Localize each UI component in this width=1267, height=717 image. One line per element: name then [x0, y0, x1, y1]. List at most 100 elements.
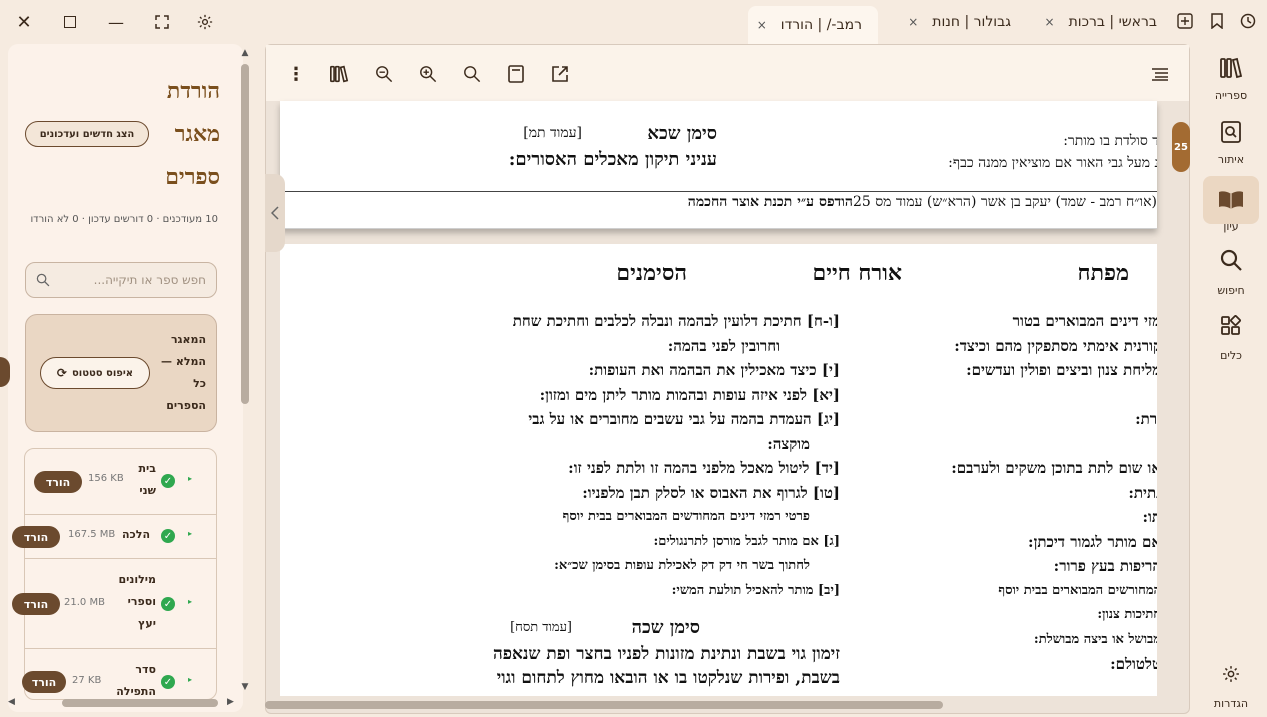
index-heading-left: הסימנים	[616, 260, 687, 286]
index-entry: לחתוך בשר חי דק דק לאכילת עופות בסימן שכ…	[554, 558, 810, 573]
download-button[interactable]: הורד	[22, 671, 66, 693]
list-item[interactable]: הלכה 167.5 MB ✓ ▸ הורד	[12, 514, 217, 558]
tab-close-icon[interactable]: ×	[757, 18, 767, 32]
search-input[interactable]: חפש ספר או תיקייה...	[25, 262, 217, 298]
refresh-icon: ⟳	[56, 366, 67, 380]
maximize-window-icon[interactable]	[58, 10, 82, 34]
viewer-horizontal-scrollbar[interactable]	[265, 701, 943, 709]
siman-text-line: זימון גוי בשבת ונתינת מזונות לפניו בחצר …	[492, 644, 840, 664]
collapse-panel-arrow-icon[interactable]	[265, 174, 285, 252]
search-icon	[36, 273, 50, 287]
scroll-down-arrow-icon[interactable]: ▼	[240, 682, 250, 694]
nav-settings-label: הגדרות	[1213, 697, 1249, 710]
settings-gear-icon[interactable]	[193, 10, 217, 34]
index-entry: פרטי רמזי דינים המחודשים המבוארים בבית י…	[562, 509, 810, 524]
search-in-book-icon[interactable]	[461, 63, 483, 85]
scroll-right-arrow-icon[interactable]: ▶	[227, 697, 237, 709]
expand-arrow-icon[interactable]: ▸	[188, 597, 192, 606]
new-tab-icon[interactable]	[1174, 10, 1196, 32]
category-name: בית שני	[138, 462, 156, 497]
tab[interactable]: גבולור | חנות ×	[895, 6, 1025, 38]
open-external-icon[interactable]	[549, 63, 571, 85]
minimize-window-icon[interactable]: —	[104, 10, 128, 34]
category-name: סדר התפילה	[116, 663, 156, 698]
download-button[interactable]: הורד	[12, 593, 60, 615]
show-new-button[interactable]: הצג חדשים ועדכונים	[25, 121, 149, 147]
list-item[interactable]: בית שני 156 KB ✓ ▸ הורד	[24, 448, 217, 514]
library-view-icon[interactable]	[328, 63, 350, 85]
tab-close-icon[interactable]: ×	[908, 15, 918, 29]
zoom-out-icon[interactable]	[373, 63, 395, 85]
nav-tools-label: כלים	[1220, 349, 1242, 362]
index-entry: אם מותר לגמור דיכתן:	[1028, 532, 1157, 551]
history-icon[interactable]	[1237, 10, 1259, 32]
nav-library-button[interactable]	[1203, 44, 1259, 92]
index-entry: המחורשים המבוארים בבית יוסף	[998, 582, 1157, 598]
panel-title-line: מאגר	[174, 121, 220, 147]
zoom-in-icon[interactable]	[417, 63, 439, 85]
viewer-toolbar	[266, 45, 1189, 101]
siman-text-line: בשבת, ופירות שנלקטו בו או הובאו מחוץ לתח…	[496, 668, 840, 688]
tab-close-icon[interactable]: ×	[1045, 15, 1055, 29]
page-number-badge[interactable]: 25	[1172, 122, 1190, 172]
download-button[interactable]: הורד	[34, 471, 82, 493]
book-page-index: מפתח אורח חיים הסימנים מזי דינים המבוארי…	[280, 244, 1157, 696]
siman-heading-2: סימן שכה	[631, 617, 700, 638]
table-of-contents-icon[interactable]	[1148, 63, 1172, 85]
footer-printed-by: הודפס ע״י תכנת אוצר החכמה	[687, 194, 853, 210]
index-entry: [יב] מותר להאכיל תולעת המשי:	[671, 582, 840, 598]
locate-icon	[1221, 121, 1241, 143]
downloaded-check-icon: ✓	[161, 597, 175, 611]
book-open-icon	[1219, 191, 1243, 209]
expand-arrow-icon[interactable]: ▸	[188, 529, 192, 538]
more-options-icon[interactable]: ⋮	[286, 63, 306, 85]
index-entry: [ג] אם מותר לגבל מורסן לתרנגולים:	[653, 533, 840, 549]
index-heading-right: מפתח	[1077, 260, 1129, 286]
amud-reference: [עמוד תמ]	[523, 125, 582, 141]
page-view-icon[interactable]	[505, 63, 527, 85]
category-name: הלכה	[122, 528, 150, 541]
tab-label: בראשי | ברכות	[1068, 14, 1157, 30]
list-item[interactable]: מילונים וספרי יעץ 21.0 MB ✓ ▸ הורד	[12, 558, 217, 648]
page-footer: (או״ח רמב - שמד) יעקב בן אשר (הרא״ש) עמו…	[688, 194, 1157, 211]
index-entry: וחרובין לפני בהמה:	[667, 336, 780, 355]
list-item[interactable]: סדר התפילה 27 KB ✓ ▸ הורד	[22, 648, 217, 700]
panel-horizontal-scrollbar[interactable]	[62, 699, 218, 707]
scroll-left-arrow-icon[interactable]: ◀	[8, 697, 18, 709]
expand-arrow-icon[interactable]: ▸	[188, 675, 192, 684]
reset-status-button[interactable]: איפוס סטטוס ⟳	[40, 357, 150, 389]
search-icon	[1220, 249, 1242, 271]
amud-reference-2: [עמוד תסח]	[510, 620, 572, 635]
tools-icon	[1221, 315, 1241, 335]
nav-search-label: חיפוש	[1217, 284, 1245, 297]
nav-tools-button[interactable]	[1203, 302, 1259, 350]
nav-locate-button[interactable]	[1203, 108, 1259, 156]
nav-search-button[interactable]	[1203, 236, 1259, 284]
category-size: 156 KB	[88, 473, 124, 484]
fullscreen-icon[interactable]	[150, 10, 174, 34]
index-entry: טלטולם:	[1110, 655, 1157, 673]
tab-active[interactable]: רמב-/ | הורדו ×	[748, 6, 878, 44]
category-size: 27 KB	[72, 675, 102, 686]
nav-study-label: עיון	[1223, 220, 1239, 233]
scroll-up-arrow-icon[interactable]: ▲	[240, 48, 250, 60]
expand-arrow-icon[interactable]: ▸	[188, 474, 192, 483]
close-window-icon[interactable]: ✕	[12, 10, 36, 34]
downloaded-check-icon: ✓	[161, 529, 175, 543]
panel-vertical-scrollbar[interactable]	[241, 64, 249, 404]
index-entry: [י] כיצד מאכילין את הבהמה ואת העופות:	[588, 361, 840, 379]
index-entry: נתית:	[1128, 483, 1157, 502]
category-name: מילונים וספרי יעץ	[118, 573, 156, 630]
nav-study-button-active[interactable]	[1203, 176, 1259, 224]
index-heading-center: אורח חיים	[812, 260, 902, 286]
gear-icon	[1223, 666, 1239, 682]
download-button[interactable]: הורד	[12, 526, 60, 548]
tab[interactable]: בראשי | ברכות ×	[1035, 6, 1165, 38]
index-entry: מזי דינים המבוארים בטור	[1012, 312, 1157, 330]
panel-title: הורדת מאגר ספרים	[150, 70, 220, 199]
full-repo-card: המאגר המלא — כל הספרים איפוס סטטוס ⟳	[25, 314, 217, 432]
panel-title-line: הורדת	[166, 78, 220, 104]
index-entry: תו:	[1142, 508, 1157, 526]
bookmark-icon[interactable]	[1206, 10, 1228, 32]
nav-settings-button[interactable]	[1203, 650, 1259, 698]
